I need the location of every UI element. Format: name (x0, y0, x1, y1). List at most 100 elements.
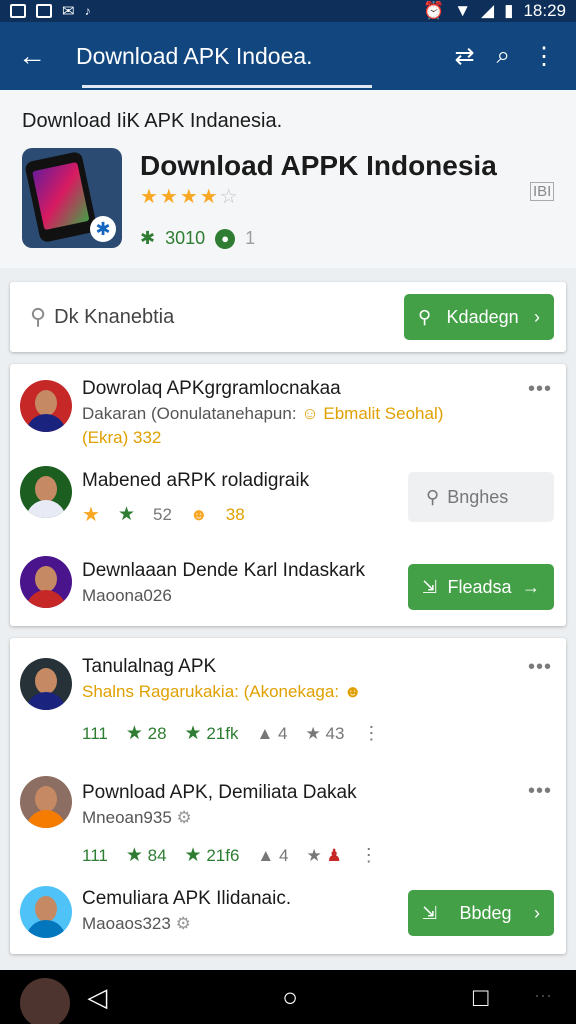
more-options-icon[interactable]: ••• (528, 780, 552, 803)
app-bar: ← Download APK Indoea. ⇄ ⌕ ⋮ (0, 22, 576, 90)
meta-count: 1 (245, 228, 256, 248)
stat-value: 111 (82, 723, 108, 743)
chevron-right-icon: › (533, 306, 540, 327)
more-options-icon[interactable]: ••• (528, 378, 552, 401)
list-item[interactable]: Dewnlaaan Dende Karl Indaskark Maoona026… (10, 548, 566, 624)
result-card: Dowrolaq APKgrgramlocnakaa Dakaran (Oonu… (10, 364, 566, 626)
download-button[interactable]: ⇲ Fleadsa → (408, 564, 554, 610)
wifi-icon: ▼ (454, 1, 472, 20)
avatar (20, 380, 72, 432)
tab-indicator (82, 85, 372, 88)
app-header: Download IiK APK Indanesia. ✱ Download A… (0, 90, 576, 268)
search-icon[interactable]: ⌕ (497, 42, 510, 70)
chevron-right-icon: › (534, 902, 540, 923)
star-icon: ★ (125, 845, 143, 866)
list-item[interactable]: Dowrolaq APKgrgramlocnakaa Dakaran (Oonu… (10, 372, 566, 452)
app-rating-stars: ★★★★☆ (140, 186, 240, 208)
app-meta: ✱ 3010 ● 1 (140, 228, 255, 249)
search-button[interactable]: ⚲ Kdadegn › (404, 294, 554, 340)
people-icon: ♟ (326, 845, 342, 865)
page-subtitle: Download IiK APK Indanesia. (22, 110, 283, 132)
list-item[interactable]: Cemuliara APK Ilidanaic. Maoaos323 ⚙ ⇲ B… (10, 882, 566, 948)
search-icon: ⚲ (30, 304, 47, 329)
avatar (20, 466, 72, 518)
notification-icon (10, 4, 26, 18)
emoji-icon: ☻ (189, 504, 208, 524)
item-title: Cemuliara APK Ilidanaic. (82, 888, 292, 909)
settings-badge-icon: ✱ (90, 216, 116, 242)
star-icon: ★ (184, 845, 202, 866)
download-count-icon: ✱ (140, 228, 156, 248)
search-card: ⚲ Dk Knanebtia ⚲ Kdadegn › (10, 282, 566, 352)
more-icon[interactable]: ⋯ (534, 986, 552, 1007)
search-input[interactable]: Dk Knanebtia (54, 306, 404, 329)
recents-nav-icon[interactable]: □ (473, 982, 489, 1013)
item-subtitle: Dakaran (Oonulatanehapun: ☺ Ebmalit Seoh… (82, 404, 444, 423)
star-icon: ★ (305, 723, 321, 743)
list-item[interactable]: Tanulalnag APK Shalns Ragarukakia: (Akon… (10, 650, 566, 766)
notification-icon (36, 4, 52, 18)
star-icon: ★ (117, 504, 135, 525)
avatar (20, 556, 72, 608)
avatar (20, 886, 72, 938)
item-title: Tanulalnag APK (82, 656, 217, 677)
result-card: Tanulalnag APK Shalns Ragarukakia: (Akon… (10, 638, 566, 954)
list-item[interactable]: Mabened aRPK roladigraik ★ ★ 52 ☻ 38 ⚲ B… (10, 460, 566, 540)
star-icon: ★ (82, 504, 100, 526)
back-nav-icon[interactable]: ◁ (87, 982, 107, 1013)
item-subtitle: Shalns Ragarukakia: (Akonekaga: ☻ (82, 682, 362, 701)
item-stats: 111 ★ 84 ★ 21f6 ▲ 4 ★ ♟ ⋮ (82, 845, 378, 866)
avatar (20, 658, 72, 710)
rating-value: 52 (152, 504, 172, 524)
avatar (20, 776, 72, 828)
item-stats: 111 ★ 28 ★ 21fk ▲ 4 ★ 43 ⋮ (82, 723, 381, 744)
share-icon[interactable]: ⇄ (454, 42, 474, 71)
status-bar: ✉ ♪ ⏰ ▼ ◢ ▮ 18:29 (0, 0, 576, 22)
overflow-menu-icon[interactable]: ⋮ (360, 845, 378, 866)
thumbs-up-icon: ▲ (256, 723, 274, 743)
search-button[interactable]: ⚲ Bnghes (408, 472, 554, 522)
download-icon: ⇲ (422, 902, 438, 923)
home-nav-icon[interactable]: ○ (282, 982, 298, 1013)
download-count: 3010 (165, 228, 206, 248)
navigation-bar: ◁ ○ □ ⋯ (0, 970, 576, 1024)
list-item[interactable]: Pownload APK, Demiliata Dakak Mneoan935 … (10, 772, 566, 876)
battery-icon: ▮ (504, 1, 514, 20)
star-icon: ★ (125, 723, 143, 744)
app-tag: IBI (530, 182, 555, 201)
item-stats: ★ ★ 52 ☻ 38 (82, 502, 245, 527)
download-icon: ⇲ (422, 576, 438, 597)
alarm-icon: ⏰ (423, 1, 445, 20)
download-button[interactable]: ⇲ Bbdeg › (408, 890, 554, 936)
stat-value: 111 (82, 845, 108, 865)
item-title: Dowrolaq APKgrgramlocnakaa (82, 378, 341, 399)
item-subtitle: Maoona026 (82, 586, 172, 605)
overflow-menu-icon[interactable]: ⋮ (532, 42, 556, 71)
rating-value-2: 38 (225, 504, 245, 524)
more-options-icon[interactable]: ••• (528, 656, 552, 679)
globe-icon: ● (215, 228, 236, 249)
arrow-right-icon: → (521, 576, 540, 597)
thumbs-up-icon: ▲ (257, 845, 275, 865)
app-icon: ✱ (22, 148, 122, 248)
app-name: Download APPK Indonesia (140, 150, 497, 181)
clock: 18:29 (523, 1, 566, 20)
app-bar-title: Download APK Indoea. (76, 42, 313, 69)
overflow-menu-icon[interactable]: ⋮ (362, 723, 380, 744)
search-button-label: Kdadegn (446, 306, 519, 327)
item-title: Pownload APK, Demiliata Dakak (82, 782, 357, 803)
back-arrow-icon[interactable]: ← (0, 40, 64, 72)
search-icon: ⚲ (418, 306, 432, 327)
item-title: Mabened aRPK roladigraik (82, 470, 310, 491)
star-icon: ★ (184, 723, 202, 744)
music-icon: ♪ (84, 4, 91, 18)
item-title: Dewnlaaan Dende Karl Indaskark (82, 560, 366, 581)
avatar[interactable] (20, 978, 70, 1024)
star-icon: ★ (306, 845, 322, 865)
item-subtitle: Mneoan935 ⚙ (82, 808, 192, 827)
item-subtitle: Maoaos323 ⚙ (82, 914, 191, 933)
mail-icon: ✉ (62, 3, 75, 20)
signal-icon: ◢ (481, 1, 495, 20)
search-icon: ⚲ (426, 486, 440, 507)
item-meta: (Ekra) 332 (82, 428, 162, 447)
